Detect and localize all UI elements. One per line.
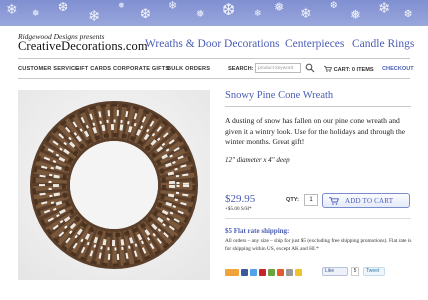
product-description: A dusting of snow has fallen on our pine… [225, 116, 406, 146]
snowflake-icon: ❄ [378, 0, 391, 17]
cart-icon [329, 197, 339, 205]
subnav-bulk-orders[interactable]: BULK ORDERS [167, 66, 210, 72]
subnav-corporate-gifts[interactable]: CORPORATE GIFTS [113, 66, 169, 72]
snowflake-icon: ❆ [222, 0, 236, 19]
divider [18, 78, 410, 79]
divider [225, 218, 411, 219]
product-title: Snowy Pine Cone Wreath [225, 90, 334, 101]
email-icon[interactable] [268, 269, 275, 276]
product-price: $29.95 [225, 193, 256, 205]
shipping-cost: +$5.00 S/H* [225, 206, 252, 212]
checkout-link[interactable]: CHECKOUT [382, 66, 414, 72]
facebook-icon[interactable] [241, 269, 248, 276]
divider [18, 58, 410, 59]
search-label: SEARCH: [228, 66, 254, 72]
snowflake-icon: ❆ [140, 7, 151, 22]
facebook-like-button[interactable]: Like [322, 267, 348, 276]
subnav-customer-service[interactable]: CUSTOMER SERVICE [18, 66, 79, 72]
snowflake-icon: ❄ [168, 0, 178, 12]
cart-link[interactable]: CART: 0 ITEMS [324, 66, 374, 73]
snowflake-icon: ❄ [6, 2, 18, 18]
add-to-cart-label: ADD TO CART [345, 197, 394, 205]
product-image [18, 90, 210, 280]
tweet-button[interactable]: Tweet [363, 267, 385, 276]
cart-icon [324, 66, 333, 72]
google-plus-icon[interactable] [277, 269, 284, 276]
snowflake-icon: ❅ [118, 1, 125, 10]
nav-centerpieces[interactable]: Centerpieces [285, 38, 344, 54]
nav-candle-rings[interactable]: Candle Rings [352, 38, 414, 54]
cart-summary: CART: 0 ITEMS [333, 67, 374, 73]
snowflake-icon: ❅ [350, 8, 361, 23]
snowflake-icon: ❄ [300, 6, 312, 22]
share-buttons [225, 268, 302, 277]
snowflake-icon: ❆ [58, 0, 69, 14]
header-banner: ❄ ❅ ❆ ❄ ❅ ❆ ❄ ❅ ❆ ❄ ❅ ❄ ❆ ❅ ❄ ❆ [0, 0, 428, 26]
subnav-gift-cards[interactable]: GIFT CARDS [75, 66, 111, 72]
snowflake-icon: ❆ [330, 1, 338, 11]
site-logo[interactable]: CreativeDecorations.com [18, 39, 148, 54]
quantity-input[interactable]: 1 [304, 194, 318, 206]
print-icon[interactable] [286, 269, 293, 276]
bookmark-icon[interactable] [295, 269, 302, 276]
snowflake-icon: ❄ [88, 7, 101, 25]
add-to-cart-button[interactable]: ADD TO CART [322, 193, 410, 208]
share-icon[interactable] [225, 269, 239, 276]
flat-rate-description: All orders – any size – ship for just $5… [225, 238, 412, 252]
snowflake-icon: ❅ [196, 9, 205, 20]
snowflake-icon: ❅ [274, 0, 285, 14]
search-input[interactable]: product keyword [255, 63, 301, 73]
wreath-image [18, 90, 210, 280]
flat-rate-title: $5 Flat rate shipping: [225, 227, 290, 235]
snowflake-icon: ❆ [404, 9, 413, 20]
pinterest-icon[interactable] [259, 269, 266, 276]
facebook-like-label: Like [325, 268, 335, 274]
search-icon[interactable] [305, 63, 315, 73]
product-dimensions: 12" diameter x 4" deep [225, 156, 290, 164]
snowflake-icon: ❄ [254, 9, 262, 19]
divider [225, 106, 411, 107]
nav-wreaths-door-decorations[interactable]: Wreaths & Door Decorations [145, 38, 280, 54]
qty-label: QTY: [286, 197, 299, 203]
facebook-like-count: 5 [351, 267, 359, 276]
twitter-icon[interactable] [250, 269, 257, 276]
snowflake-icon: ❅ [32, 9, 40, 19]
